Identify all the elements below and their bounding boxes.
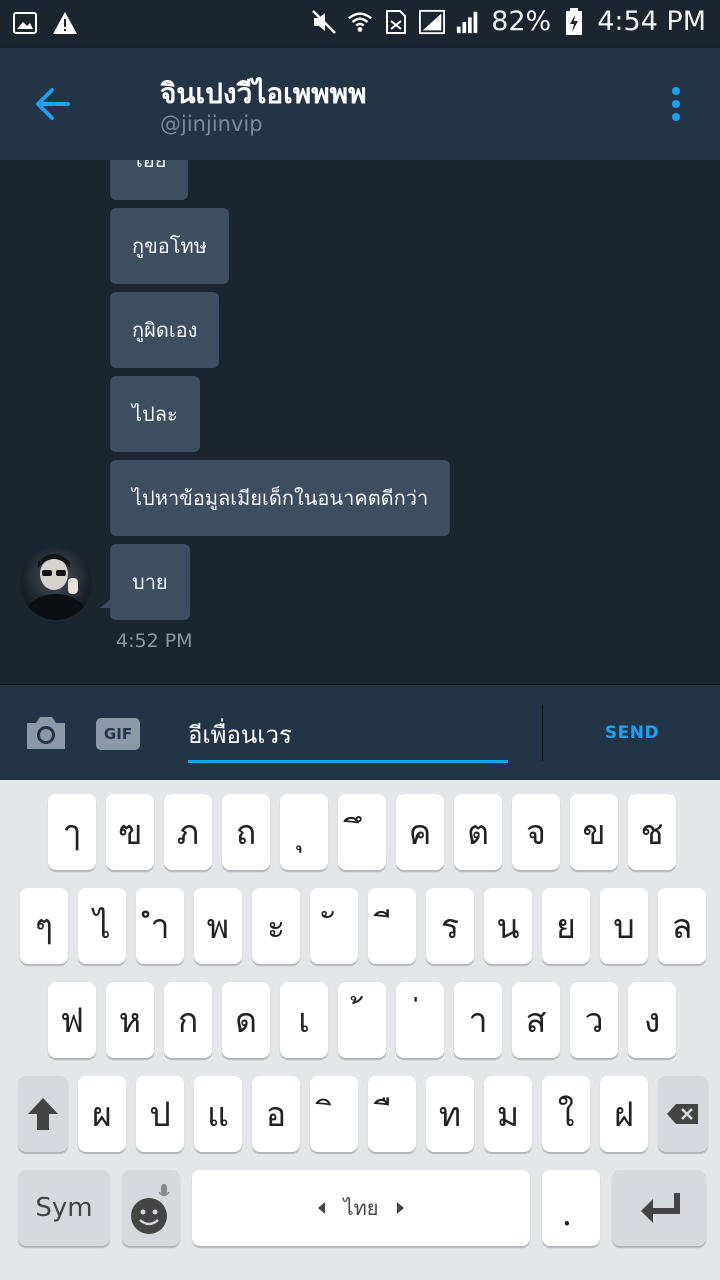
key[interactable]: อ — [252, 1076, 300, 1152]
keyboard-row-5: Sym ไทย ฺ — [0, 1170, 720, 1246]
key[interactable]: ด — [222, 982, 270, 1058]
key[interactable]: ึ — [338, 794, 386, 870]
key[interactable]: น — [484, 888, 532, 964]
emoji-key[interactable] — [122, 1170, 180, 1246]
key[interactable]: ๅ — [48, 794, 96, 870]
message-bubble[interactable]: โอ๋ย — [110, 160, 189, 200]
more-vertical-icon — [672, 87, 680, 121]
camera-icon — [27, 717, 65, 749]
composer-divider — [542, 705, 543, 761]
camera-button[interactable] — [24, 715, 68, 751]
message-bubble[interactable]: กูขอโทษ — [110, 208, 229, 284]
signal-icon-2 — [455, 9, 481, 35]
key[interactable]: ๆ — [20, 888, 68, 964]
shift-key[interactable] — [18, 1076, 68, 1152]
key[interactable]: ฝ — [600, 1076, 648, 1152]
key[interactable]: ข — [570, 794, 618, 870]
send-button[interactable]: SEND — [590, 721, 674, 745]
keyboard-row-1: ๅ ฃ ภ ถ ุ ึ ค ต จ ข ช — [0, 794, 720, 870]
message-composer: GIF SEND — [0, 684, 720, 780]
avatar[interactable] — [20, 548, 92, 620]
key[interactable]: ต — [454, 794, 502, 870]
emoji-icon — [131, 1184, 170, 1234]
key[interactable]: ั — [310, 888, 358, 964]
key[interactable]: จ — [512, 794, 560, 870]
chevron-left-icon — [317, 1202, 325, 1214]
sym-key[interactable]: Sym — [18, 1170, 110, 1246]
key[interactable]: ไ — [78, 888, 126, 964]
message-bubble[interactable]: บาย — [110, 544, 190, 620]
key[interactable]: ้ — [338, 982, 386, 1058]
battery-percent: 82% — [491, 6, 552, 37]
key[interactable]: ท — [426, 1076, 474, 1152]
key[interactable]: ิ — [310, 1076, 358, 1152]
keyboard-row-2: ๆ ไ ำ พ ะ ั ี ร น ย บ ล — [0, 888, 720, 964]
sim-icon — [383, 9, 409, 35]
warning-icon — [52, 10, 78, 36]
key[interactable]: ห — [106, 982, 154, 1058]
space-key[interactable]: ไทย — [192, 1170, 530, 1246]
key[interactable]: ี — [368, 888, 416, 964]
gif-button[interactable]: GIF — [96, 718, 140, 750]
shift-icon — [28, 1098, 58, 1130]
mute-icon — [311, 9, 337, 35]
wifi-icon — [347, 9, 373, 35]
key[interactable]: ุ — [280, 794, 328, 870]
enter-icon — [641, 1193, 680, 1223]
space-language-label: ไทย — [343, 1196, 379, 1220]
message-bubble[interactable]: ไปละ — [110, 376, 200, 452]
key[interactable]: ง — [628, 982, 676, 1058]
more-options-button[interactable] — [664, 86, 688, 126]
key[interactable]: ฃ — [106, 794, 154, 870]
signal-icon — [419, 9, 446, 35]
key[interactable]: ผ — [78, 1076, 126, 1152]
keyboard-row-3: ฟ ห ก ด เ ้ ่ า ส ว ง — [0, 982, 720, 1058]
conversation-header: จินเปงวีไอเพพพพ @jinjinvip — [0, 48, 720, 160]
key[interactable]: ส — [512, 982, 560, 1058]
key[interactable]: ย — [542, 888, 590, 964]
key[interactable]: พ — [194, 888, 242, 964]
key[interactable]: ื — [368, 1076, 416, 1152]
key[interactable]: บ — [600, 888, 648, 964]
message-input[interactable] — [188, 709, 508, 763]
key[interactable]: ะ — [252, 888, 300, 964]
conversation-title: จินเปงวีไอเพพพพ — [160, 77, 367, 110]
key[interactable]: เ — [280, 982, 328, 1058]
thai-keyboard: ๅ ฃ ภ ถ ุ ึ ค ต จ ข ช ๆ ไ ำ พ ะ ั ี ร น … — [0, 780, 720, 1280]
keyboard-row-4: ผ ป แ อ ิ ื ท ม ใ ฝ — [0, 1076, 720, 1152]
battery-icon — [561, 7, 587, 35]
period-key[interactable]: ฺ — [542, 1170, 600, 1246]
backspace-icon — [667, 1104, 698, 1124]
key[interactable]: ภ — [164, 794, 212, 870]
key[interactable]: ว — [570, 982, 618, 1058]
key[interactable]: ค — [396, 794, 444, 870]
key[interactable]: ร — [426, 888, 474, 964]
message-timestamp: 4:52 PM — [116, 630, 193, 652]
image-icon — [12, 10, 38, 36]
arrow-left-icon — [36, 88, 70, 120]
status-time: 4:54 PM — [597, 6, 706, 37]
key[interactable]: ก — [164, 982, 212, 1058]
key[interactable]: ฟ — [48, 982, 96, 1058]
key[interactable]: ถ — [222, 794, 270, 870]
key[interactable]: ำ — [136, 888, 184, 964]
bubble-tail — [100, 598, 112, 608]
message-bubble[interactable]: ไปหาข้อมูลเมียเด็กในอนาคตดีกว่า — [110, 460, 451, 536]
key[interactable]: ่ — [396, 982, 444, 1058]
enter-key[interactable] — [612, 1170, 706, 1246]
message-list[interactable]: โอ๋ย กูขอโทษ กูผิดเอง ไปละ ไปหาข้อมูลเมี… — [0, 160, 720, 684]
key[interactable]: ม — [484, 1076, 532, 1152]
conversation-handle: @jinjinvip — [160, 112, 263, 136]
key[interactable]: ใ — [542, 1076, 590, 1152]
key[interactable]: า — [454, 982, 502, 1058]
status-bar: 82% 4:54 PM — [0, 0, 720, 48]
backspace-key[interactable] — [658, 1076, 708, 1152]
chevron-right-icon — [397, 1202, 405, 1214]
key[interactable]: ป — [136, 1076, 184, 1152]
key[interactable]: ช — [628, 794, 676, 870]
message-bubble[interactable]: กูผิดเอง — [110, 292, 220, 368]
back-button[interactable] — [32, 84, 80, 124]
key[interactable]: แ — [194, 1076, 242, 1152]
key[interactable]: ล — [658, 888, 706, 964]
